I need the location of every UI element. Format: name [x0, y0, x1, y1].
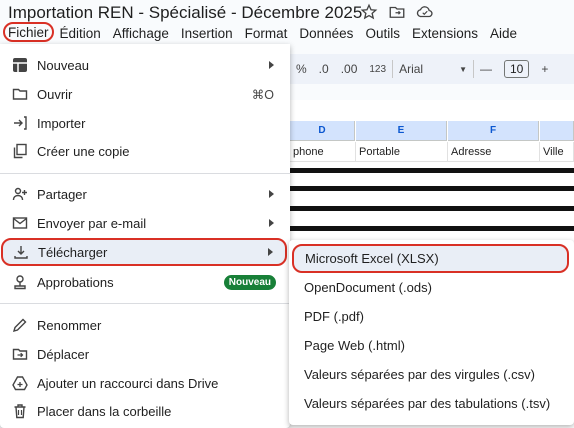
star-icon[interactable] — [360, 3, 378, 21]
submenu-item-pdf[interactable]: PDF (.pdf) — [289, 302, 574, 331]
menu-affichage[interactable]: Affichage — [107, 22, 175, 44]
menu-item-label: Télécharger — [38, 244, 108, 260]
menu-item-label: Envoyer par e-mail — [37, 215, 147, 231]
menu-donnees[interactable]: Données — [293, 22, 359, 44]
download-submenu: Microsoft Excel (XLSX) OpenDocument (.od… — [289, 240, 574, 425]
font-size-increase-button[interactable]: + — [541, 62, 548, 76]
submenu-arrow-icon — [269, 61, 274, 69]
submenu-arrow-icon — [269, 219, 274, 227]
menu-extensions[interactable]: Extensions — [406, 22, 484, 44]
submenu-item-html[interactable]: Page Web (.html) — [289, 331, 574, 360]
menu-item-label: Ouvrir — [37, 86, 73, 102]
menu-outils[interactable]: Outils — [359, 22, 406, 44]
menu-item-creer-copie[interactable]: Créer une copie — [0, 137, 290, 165]
menu-item-approbations[interactable]: Approbations Nouveau — [0, 268, 290, 296]
submenu-item-tsv[interactable]: Valeurs séparées par des tabulations (.t… — [289, 389, 574, 418]
import-icon — [12, 115, 28, 131]
submenu-item-xlsx[interactable]: Microsoft Excel (XLSX) — [292, 244, 569, 273]
file-menu: Nouveau Ouvrir ⌘O Importer Créer une cop… — [0, 44, 290, 428]
toolbar-divider — [472, 60, 474, 78]
download-icon — [13, 244, 29, 260]
redaction-bar — [290, 226, 574, 231]
menu-item-renommer[interactable]: Renommer — [0, 311, 290, 339]
shortcut-label: ⌘O — [251, 87, 274, 102]
toolbar: % .0 .00 123 Arial ▼ — 10 + — [288, 54, 574, 84]
font-size-decrease-button[interactable]: — — [480, 62, 492, 76]
rename-icon — [12, 317, 28, 333]
number-format-button[interactable]: 123 — [369, 64, 386, 75]
column-header-d[interactable]: D — [290, 121, 355, 141]
menu-item-label: Placer dans la corbeille — [37, 403, 172, 419]
percent-format-button[interactable]: % — [296, 62, 307, 76]
redaction-bar — [290, 168, 574, 173]
cloud-status-icon[interactable] — [416, 3, 434, 21]
decrease-decimal-button[interactable]: .0 — [319, 62, 329, 76]
redaction-bar — [290, 206, 574, 211]
toolbar-divider — [392, 60, 394, 78]
menu-item-importer[interactable]: Importer — [0, 109, 290, 137]
menu-item-ouvrir[interactable]: Ouvrir ⌘O — [0, 80, 290, 108]
redaction-bar — [290, 186, 574, 191]
submenu-item-ods[interactable]: OpenDocument (.ods) — [289, 273, 574, 302]
email-icon — [12, 215, 28, 231]
menu-item-label: Approbations — [37, 274, 114, 290]
title-icons — [360, 3, 434, 21]
menu-fichier[interactable]: Fichier — [3, 22, 54, 42]
document-title[interactable]: Importation REN - Spécialisé - Décembre … — [8, 3, 362, 23]
menu-item-label: Importer — [37, 115, 86, 131]
share-icon — [12, 186, 28, 202]
drive-shortcut-icon — [12, 375, 28, 391]
move-icon — [12, 346, 28, 362]
submenu-item-csv[interactable]: Valeurs séparées par des virgules (.csv) — [289, 360, 574, 389]
cell-header[interactable]: Adresse — [448, 142, 540, 162]
menu-aide[interactable]: Aide — [484, 22, 523, 44]
menu-item-raccourci-drive[interactable]: Ajouter un raccourci dans Drive — [0, 369, 290, 397]
menu-divider — [0, 173, 290, 174]
submenu-arrow-icon — [268, 248, 273, 256]
submenu-arrow-icon — [269, 190, 274, 198]
cell-header[interactable]: Ville — [540, 142, 574, 162]
column-header-e[interactable]: E — [356, 121, 447, 141]
menu-item-corbeille[interactable]: Placer dans la corbeille — [0, 397, 290, 425]
menu-item-deplacer[interactable]: Déplacer — [0, 340, 290, 368]
menu-item-label: Ajouter un raccourci dans Drive — [37, 375, 219, 391]
menu-item-label: Déplacer — [37, 346, 90, 362]
column-header-g[interactable] — [540, 121, 574, 141]
menu-item-label: Partager — [37, 186, 87, 202]
menu-item-nouveau[interactable]: Nouveau — [0, 51, 290, 79]
menu-item-label: Renommer — [37, 317, 102, 333]
menu-item-partager[interactable]: Partager — [0, 180, 290, 208]
font-select[interactable]: Arial — [399, 62, 447, 76]
chevron-down-icon[interactable]: ▼ — [459, 65, 467, 74]
menubar: Fichier Édition Affichage Insertion Form… — [0, 22, 523, 44]
menu-item-label: Nouveau — [37, 57, 90, 73]
trash-icon — [12, 403, 28, 419]
move-folder-icon[interactable] — [388, 3, 406, 21]
menu-divider — [0, 303, 290, 304]
new-badge: Nouveau — [223, 274, 276, 290]
menu-item-telecharger[interactable]: Télécharger — [1, 238, 287, 266]
menu-format[interactable]: Format — [239, 22, 294, 44]
approvals-icon — [12, 274, 28, 290]
menu-item-label: Créer une copie — [37, 143, 130, 159]
folder-icon — [12, 86, 28, 102]
menu-item-envoyer-email[interactable]: Envoyer par e-mail — [0, 209, 290, 237]
cell-header[interactable]: Portable — [356, 142, 448, 162]
new-sheet-icon — [12, 57, 28, 73]
cell-header[interactable]: phone — [290, 142, 356, 162]
font-size-input[interactable]: 10 — [503, 60, 530, 78]
increase-decimal-button[interactable]: .00 — [341, 62, 358, 76]
menu-insertion[interactable]: Insertion — [175, 22, 239, 44]
column-header-f[interactable]: F — [448, 121, 539, 141]
menu-edition[interactable]: Édition — [54, 22, 107, 44]
copy-icon — [12, 143, 28, 159]
